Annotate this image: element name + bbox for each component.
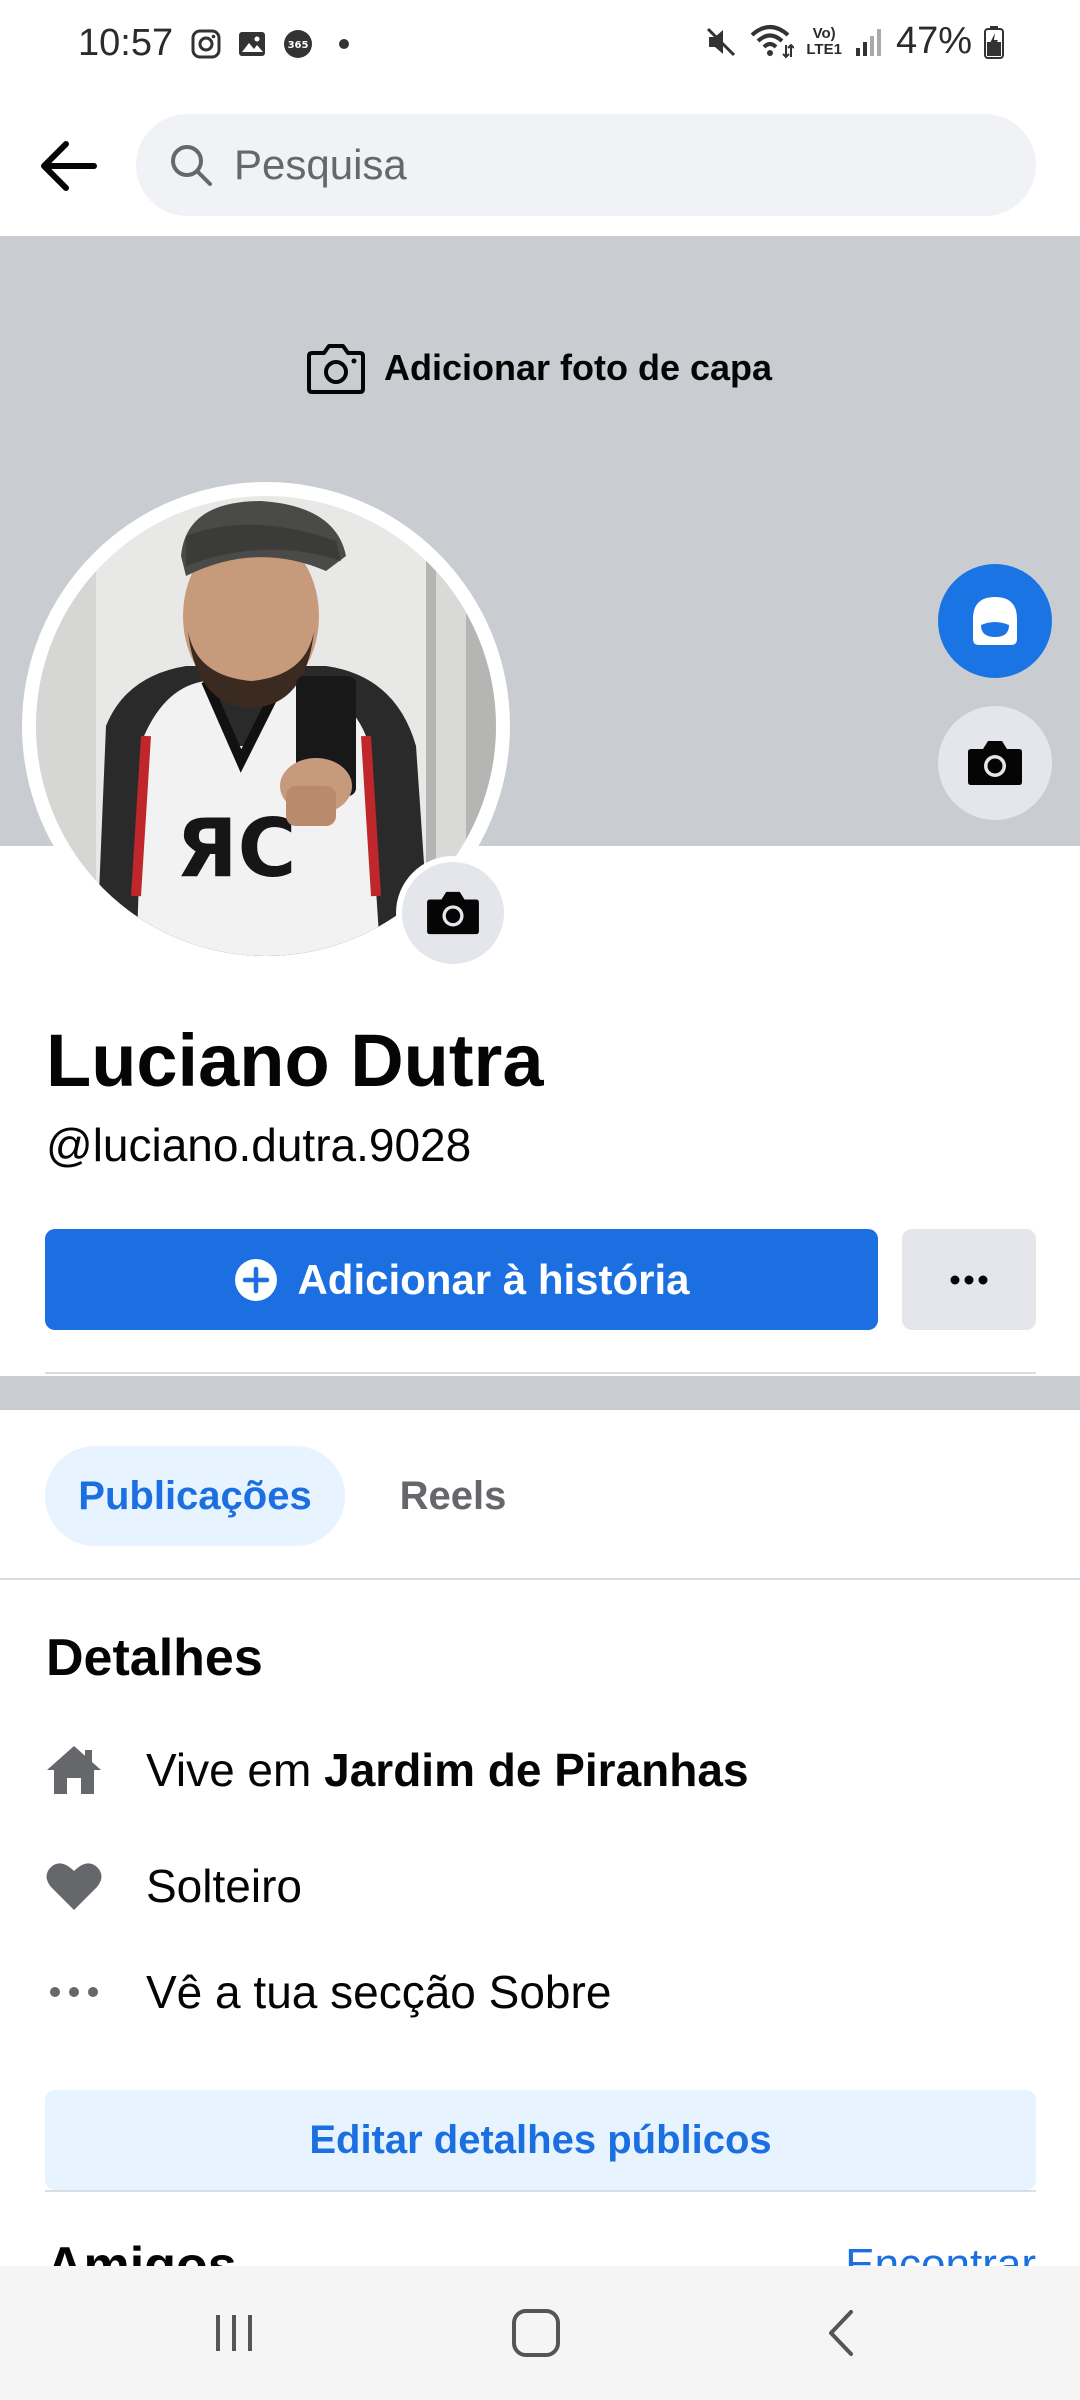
profile-name: Luciano Dutra [46, 1019, 544, 1102]
home-square-icon [512, 2309, 560, 2357]
more-options-button[interactable] [902, 1229, 1036, 1330]
svg-text:365: 365 [288, 40, 309, 51]
avatar-edit-button[interactable] [938, 564, 1052, 678]
wifi-icon [751, 24, 795, 58]
gallery-icon [239, 32, 265, 56]
tabs-divider [0, 1578, 1080, 1580]
divider [45, 2190, 1036, 2192]
signal-icon [855, 28, 881, 56]
battery-percent: 47% [895, 20, 972, 62]
cover-camera-button[interactable] [938, 706, 1052, 820]
detail-relationship-text: Solteiro [146, 1860, 302, 1912]
status-time: 10:57 [78, 22, 174, 64]
profile-picture-camera-button[interactable] [396, 856, 510, 970]
profile-username: @luciano.dutra.9028 [46, 1119, 472, 1171]
back-button[interactable] [30, 128, 106, 204]
lte-label-bottom: LTE1 [806, 40, 842, 58]
back-nav-button[interactable] [790, 2296, 890, 2370]
search-icon [171, 145, 212, 186]
detail-relationship: Solteiro [44, 1856, 302, 1916]
add-cover-photo-button[interactable]: Adicionar foto de capa [306, 341, 772, 395]
plus-circle-icon [235, 1258, 278, 1301]
top-header [0, 92, 1080, 236]
camera-outline-icon [307, 344, 365, 394]
search-input[interactable] [234, 141, 1014, 189]
battery-icon [984, 25, 1004, 59]
add-to-story-label: Adicionar à história [297, 1255, 690, 1303]
detail-about-link[interactable]: Vê a tua secção Sobre [44, 1962, 611, 2022]
tab-publicacoes[interactable]: Publicações [45, 1446, 345, 1546]
lives-prefix: Vive em [146, 1744, 312, 1796]
search-box[interactable] [136, 114, 1036, 216]
lte-label-top: Vo) [812, 24, 836, 42]
tab-reels[interactable]: Reels [368, 1446, 538, 1546]
detail-lives-in: Vive em Jardim de Piranhas [44, 1740, 749, 1800]
status-bar: 10:57 365 Vo) LTE1 47% [0, 0, 1080, 92]
add-to-story-button[interactable]: Adicionar à história [45, 1229, 878, 1330]
divider [45, 1372, 1036, 1374]
detail-about-text: Vê a tua secção Sobre [146, 1966, 612, 2018]
profile-tabs: Publicações Reels [0, 1410, 1080, 1580]
home-button[interactable] [486, 2296, 586, 2370]
status-left-icons: 365 [190, 28, 360, 60]
lte-icon: Vo) LTE1 [806, 24, 842, 58]
camera-icon [427, 891, 479, 935]
more-dots-icon [950, 1275, 988, 1284]
camera-icon [968, 741, 1022, 785]
recent-apps-button[interactable] [184, 2296, 284, 2370]
svg-text:ЯC: ЯC [176, 802, 296, 895]
365-app-icon: 365 [284, 30, 312, 58]
arrow-left-icon [41, 141, 97, 191]
detail-lives-in-text: Vive em Jardim de Piranhas [146, 1743, 749, 1797]
status-right-icons: Vo) LTE1 47% [704, 20, 1004, 63]
details-title: Detalhes [46, 1629, 263, 1687]
home-icon [44, 1740, 104, 1800]
section-separator [0, 1376, 1080, 1410]
more-dots-icon [44, 1962, 104, 2022]
heart-icon [44, 1856, 104, 1916]
dot-icon [339, 39, 349, 49]
add-cover-photo-label: Adicionar foto de capa [384, 347, 773, 388]
avatar-icon [973, 597, 1017, 645]
mute-icon [707, 27, 736, 56]
lives-place[interactable]: Jardim de Piranhas [324, 1744, 748, 1796]
instagram-icon [191, 29, 221, 59]
recent-apps-icon [216, 2315, 252, 2351]
edit-public-details-button[interactable]: Editar detalhes públicos [45, 2090, 1036, 2190]
system-nav-bar [0, 2266, 1080, 2400]
chevron-left-icon [829, 2310, 853, 2356]
